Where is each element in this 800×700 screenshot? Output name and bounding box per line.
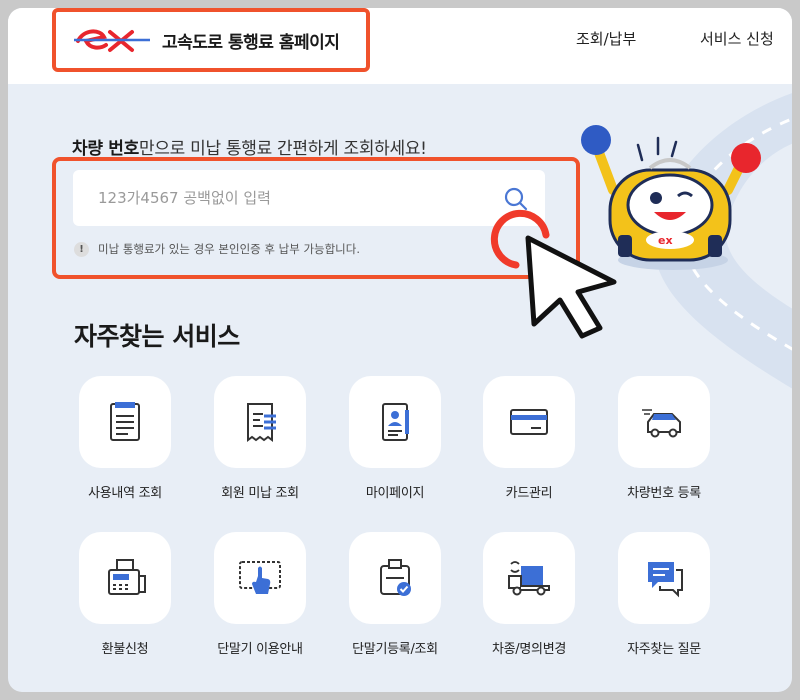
service-label: 카드관리 xyxy=(505,486,553,501)
service-tile[interactable] xyxy=(483,532,575,624)
car-icon xyxy=(642,409,681,438)
service-tile[interactable] xyxy=(618,376,710,468)
page-frame: 고속도로 통행료 홈페이지 조회/납부 서비스 신청 차량 번호만으로 미납 통… xyxy=(8,8,792,692)
hero-title-bold: 차량 번호 xyxy=(72,139,139,159)
card-icon xyxy=(510,409,548,435)
service-vehicle-register[interactable]: 차량번호 등록 xyxy=(609,376,719,501)
ex-logo-icon xyxy=(74,29,150,52)
service-label: 단말기등록/조회 xyxy=(352,642,438,657)
service-label: 회원 미납 조회 xyxy=(221,486,299,501)
hero-title: 차량 번호만으로 미납 통행료 간편하게 조회하세요! xyxy=(72,134,427,159)
fax-machine-icon xyxy=(108,559,146,595)
service-label: 환불신청 xyxy=(101,642,149,657)
hero-title-rest: 만으로 미납 통행료 간편하게 조회하세요! xyxy=(138,139,427,159)
plate-number-input[interactable] xyxy=(73,170,493,226)
service-tile[interactable] xyxy=(349,532,441,624)
nav-inquiry-payment[interactable]: 조회/납부 xyxy=(576,28,636,49)
service-member-unpaid[interactable]: 회원 미납 조회 xyxy=(205,376,315,501)
service-refund[interactable]: 환불신청 xyxy=(70,532,180,657)
svg-text:ex: ex xyxy=(658,234,673,247)
truck-icon xyxy=(508,561,550,596)
touch-screen-icon xyxy=(239,561,281,594)
nav-service-apply[interactable]: 서비스 신청 xyxy=(700,28,774,49)
mouse-pointer-icon xyxy=(525,235,617,339)
service-mypage[interactable]: 마이페이지 xyxy=(340,376,450,501)
service-tile[interactable] xyxy=(349,376,441,468)
document-list-icon xyxy=(110,402,140,441)
service-tile[interactable] xyxy=(214,376,306,468)
service-card-management[interactable]: 카드관리 xyxy=(474,376,584,501)
chat-icon xyxy=(648,562,683,598)
service-tile[interactable] xyxy=(79,532,171,624)
service-label: 단말기 이용안내 xyxy=(217,642,303,657)
notice-message: ! 미납 통행료가 있는 경우 본인인증 후 납부 가능합니다. xyxy=(74,241,360,257)
profile-document-icon xyxy=(382,403,409,441)
site-title: 고속도로 통행료 홈페이지 xyxy=(162,32,340,53)
service-label: 차종/명의변경 xyxy=(491,642,567,657)
service-label: 마이페이지 xyxy=(365,486,425,501)
service-terminal-guide[interactable]: 단말기 이용안내 xyxy=(205,532,315,657)
service-terminal-register[interactable]: 단말기등록/조회 xyxy=(340,532,450,657)
receipt-icon xyxy=(247,403,276,442)
search-box xyxy=(73,170,545,226)
service-tile[interactable] xyxy=(618,532,710,624)
service-tile[interactable] xyxy=(483,376,575,468)
device-check-icon xyxy=(380,559,411,596)
top-header: 고속도로 통행료 홈페이지 조회/납부 서비스 신청 xyxy=(8,8,792,84)
service-label: 자주찾는 질문 xyxy=(627,642,701,657)
service-tile[interactable] xyxy=(214,532,306,624)
service-label: 차량번호 등록 xyxy=(627,486,701,501)
site-logo[interactable]: 고속도로 통행료 홈페이지 xyxy=(52,8,370,72)
service-tile[interactable] xyxy=(79,376,171,468)
info-icon: ! xyxy=(74,241,89,257)
service-vehicle-type-change[interactable]: 차종/명의변경 xyxy=(474,532,584,657)
services-section-title: 자주찾는 서비스 xyxy=(74,322,240,351)
service-label: 사용내역 조회 xyxy=(88,486,162,501)
notice-text: 미납 통행료가 있는 경우 본인인증 후 납부 가능합니다. xyxy=(98,242,361,256)
service-usage-history[interactable]: 사용내역 조회 xyxy=(70,376,180,501)
service-faq[interactable]: 자주찾는 질문 xyxy=(609,532,719,657)
